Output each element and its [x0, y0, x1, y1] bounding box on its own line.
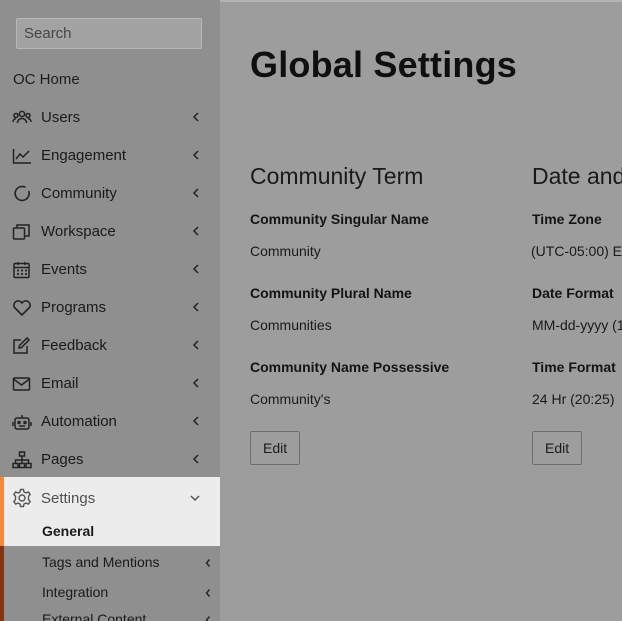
- gear-icon: [12, 488, 32, 508]
- sidebar-item-label: Events: [41, 261, 87, 278]
- sidebar-item-label: Programs: [41, 299, 107, 316]
- sidebar-item-automation[interactable]: Automation: [0, 403, 220, 441]
- sidebar-item-label: Pages: [41, 451, 84, 468]
- heart-icon: [12, 299, 32, 317]
- main-content: Global Settings Community Term Community…: [220, 0, 622, 621]
- sidebar-item-label: Workspace: [41, 223, 116, 240]
- sidebar-item-label: Automation: [41, 413, 117, 430]
- field-value: (UTC-05:00) Ea: [531, 243, 622, 259]
- sidebar-subitem-general[interactable]: General: [42, 523, 94, 539]
- chevron-left-icon: [190, 263, 202, 275]
- chevron-left-icon: [203, 588, 213, 598]
- field-label: Date Format: [532, 285, 614, 301]
- circle-icon: [12, 185, 32, 203]
- copy-icon: [12, 223, 32, 241]
- chevron-left-icon: [190, 339, 202, 351]
- chevron-left-icon: [190, 453, 202, 465]
- edit-community-term-button[interactable]: Edit: [250, 431, 301, 465]
- field-label: Time Zone: [532, 211, 602, 227]
- chevron-left-icon: [190, 187, 202, 199]
- field-value: MM-dd-yyyy (12: [532, 317, 622, 333]
- section-title-community-term: Community Term: [250, 163, 424, 189]
- field-label: Time Format: [532, 359, 616, 375]
- sidebar-item-pages[interactable]: Pages: [0, 441, 220, 479]
- chevron-down-icon: [188, 492, 202, 504]
- chevron-left-icon: [203, 558, 213, 568]
- submenu-track: [0, 546, 4, 621]
- sidebar-item-feedback[interactable]: Feedback: [0, 327, 220, 365]
- field-label: Community Name Possessive: [250, 359, 450, 375]
- oc-home-link[interactable]: OC Home: [13, 71, 80, 88]
- field-value: 24 Hr (20:25): [532, 391, 615, 407]
- sidebar-item-label: Community: [41, 185, 117, 202]
- sidebar-item-community[interactable]: Community: [0, 175, 220, 213]
- sidebar-subitem-integration[interactable]: Integration: [42, 584, 108, 600]
- sidebar-item-programs[interactable]: Programs: [0, 289, 220, 327]
- edit-date-and-time-button[interactable]: Edit: [532, 431, 583, 465]
- sidebar-item-label: Settings: [41, 490, 96, 507]
- sidebar-subitem-external-content[interactable]: External Content: [42, 611, 146, 621]
- page-title: Global Settings: [250, 44, 518, 85]
- sidebar-item-users[interactable]: Users: [0, 99, 220, 137]
- active-indicator: [0, 477, 4, 546]
- calendar-icon: [12, 261, 32, 279]
- field-value: Communities: [250, 317, 332, 333]
- chevron-left-icon: [190, 377, 202, 389]
- sidebar-item-settings[interactable]: Settings General: [0, 477, 220, 546]
- sidebar-item-engagement[interactable]: Engagement: [0, 137, 220, 175]
- robot-icon: [12, 413, 32, 431]
- envelope-icon: [12, 375, 32, 393]
- sidebar-subitem-tags-and-mentions[interactable]: Tags and Mentions: [42, 554, 160, 570]
- chevron-left-icon: [203, 615, 213, 621]
- chevron-left-icon: [190, 415, 202, 427]
- users-icon: [12, 109, 32, 127]
- sidebar-item-label: Users: [41, 109, 81, 126]
- chart-line-icon: [12, 147, 32, 165]
- chevron-left-icon: [190, 301, 202, 313]
- field-label: Community Plural Name: [250, 285, 412, 301]
- sidebar-item-workspace[interactable]: Workspace: [0, 213, 220, 251]
- sidebar-item-label: Email: [41, 375, 79, 392]
- field-label: Community Singular Name: [250, 211, 429, 227]
- sidebar-item-label: Feedback: [41, 337, 107, 354]
- edit-icon: [12, 337, 32, 355]
- section-title-date-and-time: Date and: [532, 163, 622, 189]
- field-value: Community's: [250, 391, 331, 407]
- sidebar-item-label: Engagement: [41, 147, 127, 164]
- sidebar-item-email[interactable]: Email: [0, 365, 220, 403]
- search-input[interactable]: [16, 18, 202, 49]
- sidebar: OC Home Users Engagement: [0, 0, 220, 621]
- field-value: Community: [250, 243, 321, 259]
- chevron-left-icon: [190, 225, 202, 237]
- chevron-left-icon: [190, 149, 202, 161]
- sitemap-icon: [12, 451, 32, 469]
- chevron-left-icon: [190, 111, 202, 123]
- sidebar-item-events[interactable]: Events: [0, 251, 220, 289]
